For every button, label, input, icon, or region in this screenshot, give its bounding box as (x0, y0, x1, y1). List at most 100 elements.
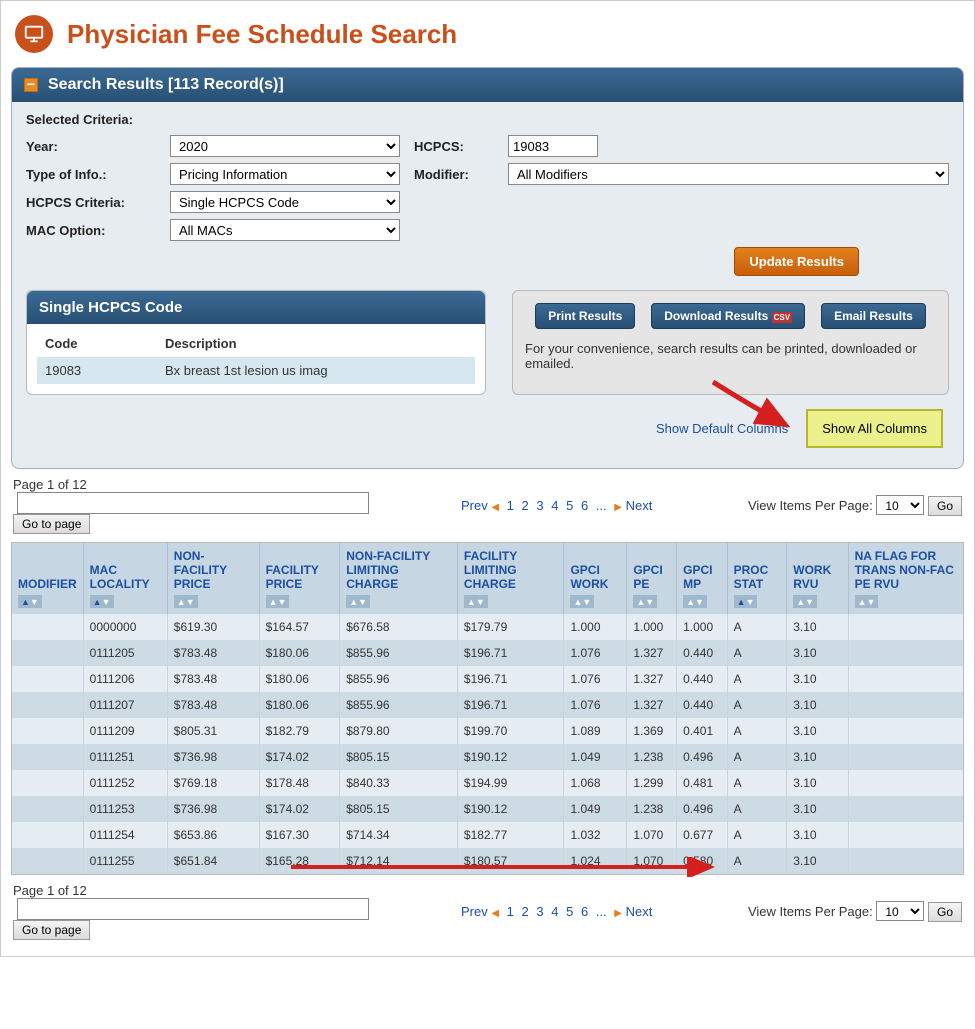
page-link[interactable]: 1 (507, 498, 514, 513)
table-cell (12, 744, 83, 770)
table-cell: $805.31 (167, 718, 259, 744)
page-link[interactable]: 3 (536, 904, 543, 919)
sort-icon[interactable]: ▲▼ (18, 595, 42, 608)
download-results-button[interactable]: Download Results CSV (651, 303, 805, 329)
hcpcs-crit-select[interactable]: Single HCPCS Code (170, 191, 400, 213)
table-cell (12, 796, 83, 822)
table-cell: 0111254 (83, 822, 167, 848)
sort-icon[interactable]: ▲▼ (683, 595, 707, 608)
type-select[interactable]: Pricing Information (170, 163, 400, 185)
table-cell: $190.12 (457, 796, 564, 822)
collapse-icon[interactable]: − (24, 78, 38, 92)
table-cell: 3.10 (787, 796, 848, 822)
modifier-select[interactable]: All Modifiers (508, 163, 949, 185)
sort-icon[interactable]: ▲▼ (266, 595, 290, 608)
prev-link[interactable]: Prev ◀ (461, 498, 499, 513)
table-cell: 3.10 (787, 822, 848, 848)
page-link[interactable]: 1 (507, 904, 514, 919)
page-link[interactable]: ... (596, 498, 607, 513)
column-header[interactable]: FACILITY PRICE▲▼ (259, 543, 340, 614)
table-cell: 1.327 (627, 692, 677, 718)
sort-icon[interactable]: ▲▼ (793, 595, 817, 608)
column-header[interactable]: NON-FACILITY LIMITING CHARGE▲▼ (340, 543, 458, 614)
update-results-button[interactable]: Update Results (734, 247, 859, 276)
next-link[interactable]: ▶ Next (614, 498, 652, 513)
column-header[interactable]: GPCI MP▲▼ (677, 543, 728, 614)
sort-icon[interactable]: ▲▼ (464, 595, 488, 608)
page-link[interactable]: 6 (581, 904, 588, 919)
table-cell: $736.98 (167, 796, 259, 822)
table-cell: $783.48 (167, 666, 259, 692)
show-default-columns-link[interactable]: Show Default Columns (656, 421, 788, 436)
per-page-go-button[interactable]: Go (928, 496, 962, 516)
table-cell (848, 744, 964, 770)
table-cell: 3.10 (787, 666, 848, 692)
hcpcs-input[interactable] (508, 135, 598, 157)
page-link[interactable]: 4 (551, 904, 558, 919)
table-cell: $196.71 (457, 692, 564, 718)
page-link[interactable]: 5 (566, 498, 573, 513)
per-page-go-button[interactable]: Go (928, 902, 962, 922)
table-cell (12, 822, 83, 848)
code-card-title: Single HCPCS Code (27, 291, 485, 324)
print-results-button[interactable]: Print Results (535, 303, 635, 329)
page-link[interactable]: ... (596, 904, 607, 919)
goto-page-button[interactable]: Go to page (13, 920, 90, 940)
column-header[interactable]: GPCI PE▲▼ (627, 543, 677, 614)
sort-icon[interactable]: ▲▼ (633, 595, 657, 608)
table-cell: $180.06 (259, 692, 340, 718)
table-cell (12, 718, 83, 744)
column-header[interactable]: PROC STAT▲▼ (727, 543, 787, 614)
page-link[interactable]: 6 (581, 498, 588, 513)
table-cell: 1.327 (627, 666, 677, 692)
page-link[interactable]: 3 (536, 498, 543, 513)
next-link[interactable]: ▶ Next (614, 904, 652, 919)
table-cell: 1.032 (564, 822, 627, 848)
column-header[interactable]: FACILITY LIMITING CHARGE▲▼ (457, 543, 564, 614)
sort-icon[interactable]: ▲▼ (570, 595, 594, 608)
show-all-columns-button[interactable]: Show All Columns (806, 409, 943, 448)
sort-icon[interactable]: ▲▼ (346, 595, 370, 608)
per-page-label: View Items Per Page: (748, 904, 873, 919)
page-link[interactable]: 2 (522, 498, 529, 513)
sort-icon[interactable]: ▲▼ (734, 595, 758, 608)
page-link[interactable]: 4 (551, 498, 558, 513)
per-page-select[interactable]: 10 (876, 495, 924, 515)
goto-page-input[interactable] (17, 492, 369, 514)
modifier-label: Modifier: (414, 167, 494, 182)
table-cell: $651.84 (167, 848, 259, 874)
sort-icon[interactable]: ▲▼ (90, 595, 114, 608)
column-header[interactable]: WORK RVU▲▼ (787, 543, 848, 614)
table-cell: $174.02 (259, 796, 340, 822)
monitor-icon (15, 15, 53, 53)
column-header[interactable]: MODIFIER▲▼ (12, 543, 83, 614)
mac-select[interactable]: All MACs (170, 219, 400, 241)
table-cell: A (727, 718, 787, 744)
column-header[interactable]: MAC LOCALITY▲▼ (83, 543, 167, 614)
code-table: Code Description 19083 Bx breast 1st les… (37, 330, 475, 384)
table-cell (12, 614, 83, 640)
goto-page-button[interactable]: Go to page (13, 514, 90, 534)
prev-link[interactable]: Prev ◀ (461, 904, 499, 919)
page-link[interactable]: 5 (566, 904, 573, 919)
year-select[interactable]: 2020 (170, 135, 400, 157)
goto-page-input[interactable] (17, 898, 369, 920)
per-page-select[interactable]: 10 (876, 901, 924, 921)
table-cell: $879.80 (340, 718, 458, 744)
table-cell: 0.481 (677, 770, 728, 796)
page-link[interactable]: 2 (522, 904, 529, 919)
table-row: 0000000$619.30$164.57$676.58$179.791.000… (12, 614, 964, 640)
column-header[interactable]: NA FLAG FOR TRANS NON-FAC PE RVU▲▼ (848, 543, 964, 614)
sort-icon[interactable]: ▲▼ (174, 595, 198, 608)
table-scroll-container[interactable]: MODIFIER▲▼MAC LOCALITY▲▼NON-FACILITY PRI… (11, 542, 964, 875)
column-header[interactable]: GPCI WORK▲▼ (564, 543, 627, 614)
table-cell: 0.440 (677, 640, 728, 666)
sort-icon[interactable]: ▲▼ (855, 595, 879, 608)
table-cell (848, 796, 964, 822)
table-cell: 1.089 (564, 718, 627, 744)
email-results-button[interactable]: Email Results (821, 303, 926, 329)
page-container: Physician Fee Schedule Search − Search R… (0, 0, 975, 957)
column-header[interactable]: NON-FACILITY PRICE▲▼ (167, 543, 259, 614)
results-panel: − Search Results [113 Record(s)] Selecte… (11, 67, 964, 469)
table-cell: $653.86 (167, 822, 259, 848)
